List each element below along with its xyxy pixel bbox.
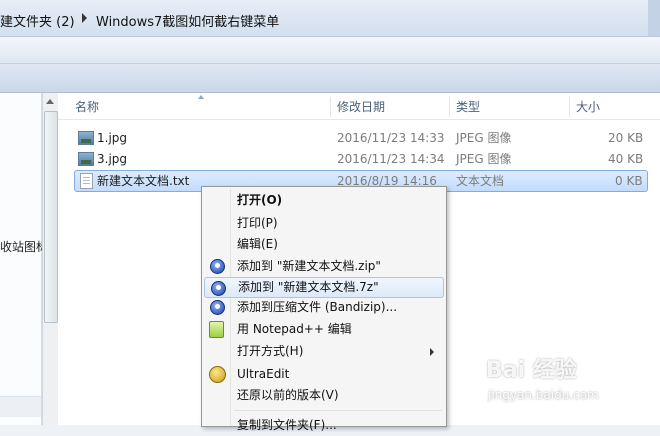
address-bar[interactable]: 建文件夹 (2) Windows7截图如何截右键菜单 xyxy=(0,0,660,37)
menu-item-add-archive-bandizip[interactable]: 添加到压缩文件 (Bandizip)... xyxy=(204,297,442,318)
column-divider[interactable] xyxy=(449,97,450,117)
menu-item-label: 还原以前的版本(V) xyxy=(237,388,339,402)
menu-item-open-with[interactable]: 打开方式(H) xyxy=(204,341,442,362)
menu-item-label: 打开(O) xyxy=(237,193,283,207)
menu-item-label: 复制到文件夹(F)... xyxy=(237,418,337,432)
menu-item-label: 添加到压缩文件 (Bandizip)... xyxy=(237,300,398,314)
file-size: 20 KB xyxy=(608,131,644,145)
menu-item-edit[interactable]: 编辑(E) xyxy=(204,234,442,255)
file-row[interactable]: 3.jpg 2016/11/23 14:34 JPEG 图像 40 KB xyxy=(74,149,646,169)
menu-item-label: 打印(P) xyxy=(237,216,278,230)
scroll-thumb[interactable] xyxy=(44,111,58,323)
navigation-pane: 收站图标 xyxy=(0,93,48,425)
file-type: JPEG 图像 xyxy=(456,152,512,166)
column-modified[interactable]: 修改日期 xyxy=(337,95,385,119)
file-row[interactable]: 1.jpg 2016/11/23 14:33 JPEG 图像 20 KB xyxy=(74,128,646,148)
nav-item-recycle-bin[interactable]: 收站图标 xyxy=(0,238,48,255)
menu-item-ultraedit[interactable]: UltraEdit xyxy=(204,364,442,385)
column-divider[interactable] xyxy=(569,97,570,117)
menu-item-add-zip[interactable]: 添加到 "新建文本文档.zip" xyxy=(204,256,442,277)
file-name: 新建文本文档.txt xyxy=(97,174,190,188)
menu-item-add-7z[interactable]: 添加到 "新建文本文档.7z" xyxy=(204,277,444,298)
column-type[interactable]: 类型 xyxy=(456,95,480,119)
menu-item-label: 添加到 "新建文本文档.7z" xyxy=(238,280,379,294)
file-type: JPEG 图像 xyxy=(456,131,512,145)
watermark-url: jingyan.baidu.com xyxy=(488,388,599,402)
command-bar xyxy=(0,37,660,64)
file-name: 1.jpg xyxy=(97,131,128,145)
address-bar-edge xyxy=(648,0,660,36)
bandizip-icon xyxy=(210,259,225,274)
menu-item-print[interactable]: 打印(P) xyxy=(204,213,442,234)
image-file-icon xyxy=(78,152,94,166)
bandizip-icon xyxy=(210,300,225,315)
menu-item-label: 用 Notepad++ 编辑 xyxy=(237,322,352,336)
submenu-arrow-icon xyxy=(430,348,434,356)
bandizip-icon xyxy=(211,281,226,296)
menu-item-label: UltraEdit xyxy=(237,367,290,381)
context-menu: 打开(O) 打印(P) 编辑(E) 添加到 "新建文本文档.zip" 添加到 "… xyxy=(201,186,447,432)
image-file-icon xyxy=(78,131,94,145)
file-size: 0 KB xyxy=(615,174,643,188)
breadcrumb-item-current[interactable]: Windows7截图如何截右键菜单 xyxy=(96,11,279,30)
file-name: 3.jpg xyxy=(97,152,128,166)
toolbar xyxy=(0,64,660,93)
watermark-logo: Bai 经验 xyxy=(486,358,577,383)
file-modified: 2016/11/23 14:34 xyxy=(337,152,445,166)
menu-item-copy-to-folder[interactable]: 复制到文件夹(F)... xyxy=(204,415,442,436)
nav-item-row[interactable] xyxy=(0,396,41,417)
file-modified: 2016/11/23 14:33 xyxy=(337,131,445,145)
menu-item-label: 添加到 "新建文本文档.zip" xyxy=(237,259,381,273)
nav-scrollbar[interactable] xyxy=(42,93,59,425)
breadcrumb-item-folder[interactable]: 建文件夹 (2) xyxy=(0,11,75,30)
column-header: 名称 修改日期 类型 大小 xyxy=(58,95,660,120)
menu-item-edit-notepad-plus-plus[interactable]: 用 Notepad++ 编辑 xyxy=(204,319,442,340)
menu-item-restore-previous-versions[interactable]: 还原以前的版本(V) xyxy=(204,385,442,406)
scroll-up-icon[interactable] xyxy=(46,99,54,104)
menu-item-open[interactable]: 打开(O) xyxy=(204,190,442,211)
column-name[interactable]: 名称 xyxy=(75,95,99,119)
ultraedit-icon xyxy=(209,366,226,383)
file-type: 文本文档 xyxy=(456,174,505,188)
sort-ascending-icon xyxy=(198,95,204,99)
menu-item-label: 编辑(E) xyxy=(237,237,278,251)
menu-separator xyxy=(234,410,442,411)
notepad-plus-plus-icon xyxy=(209,321,224,338)
baidu-jingyan-watermark: Bai 经验 jingyan.baidu.com xyxy=(486,352,646,412)
file-size: 40 KB xyxy=(608,152,644,166)
text-file-icon xyxy=(80,173,93,189)
column-size[interactable]: 大小 xyxy=(576,95,600,119)
menu-item-label: 打开方式(H) xyxy=(237,344,304,358)
column-divider[interactable] xyxy=(330,97,331,117)
breadcrumb-separator-icon[interactable] xyxy=(82,13,87,23)
